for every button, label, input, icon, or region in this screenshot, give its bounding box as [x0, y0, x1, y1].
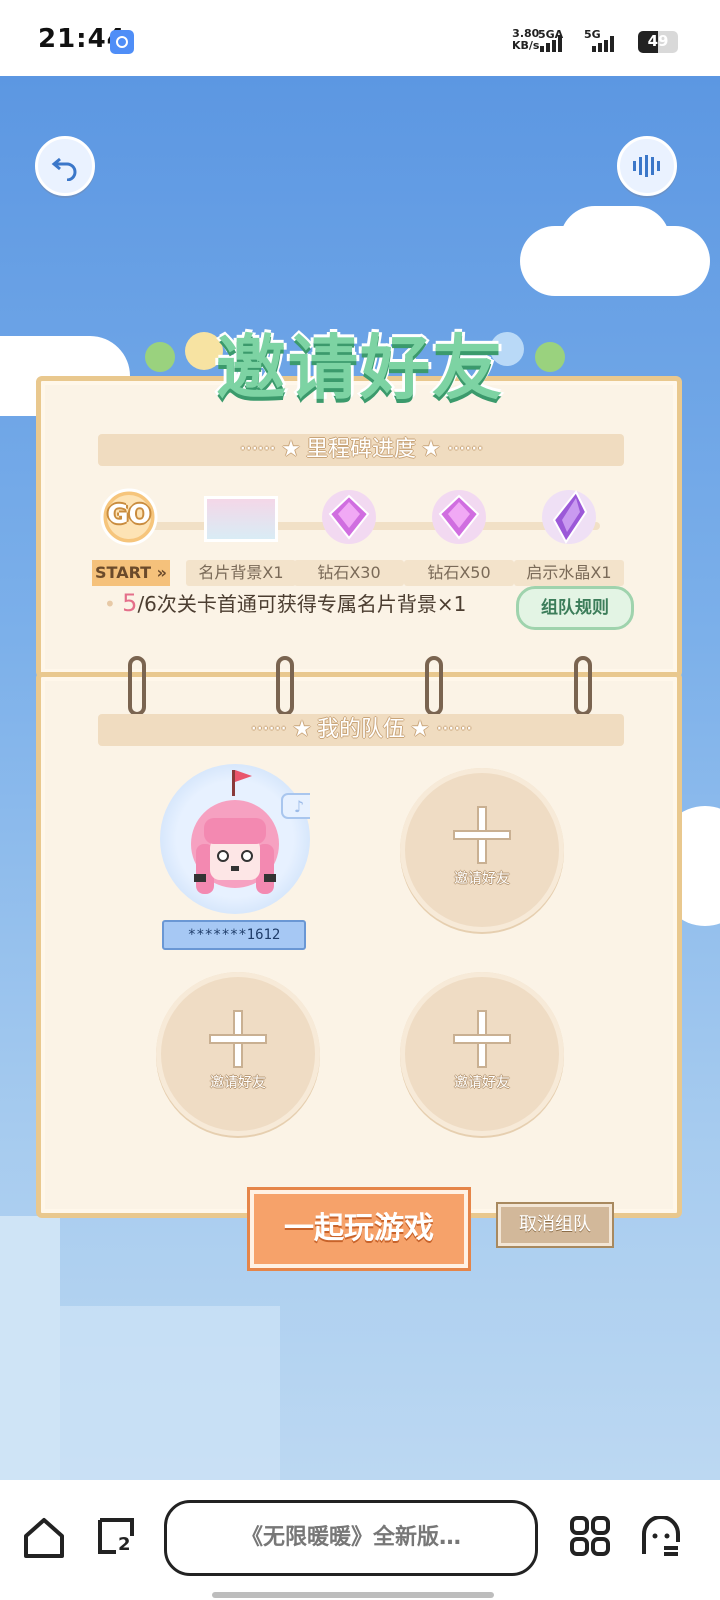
team-header-text: 我的队伍 — [316, 717, 405, 742]
progress-count: 5 — [122, 589, 138, 617]
invite-slot-label: 邀请好友 — [454, 1075, 510, 1091]
invite-friend-slot[interactable]: 邀请好友 — [156, 972, 320, 1136]
crystal-reward-icon[interactable] — [540, 488, 598, 546]
network-speed: 3.80 KB/s — [512, 28, 539, 52]
home-indicator[interactable] — [212, 1592, 494, 1598]
apps-grid-icon[interactable] — [570, 1516, 610, 1556]
binder-ring — [574, 656, 592, 716]
tabs-button[interactable]: 2 — [96, 1516, 136, 1556]
leaf-decoration — [145, 342, 175, 372]
star-icon: ★ — [281, 437, 301, 462]
member-name: *******1612 — [162, 920, 306, 950]
diamond-reward-icon[interactable] — [430, 488, 488, 546]
svg-text:♪: ♪ — [294, 797, 304, 816]
game-screen: 邀请好友 ······ ★ 里程碑进度 ★ ······ GO START » … — [0, 76, 720, 1480]
binder-ring — [425, 656, 443, 716]
battery-level: 49 — [647, 32, 669, 50]
star-icon: ★ — [292, 717, 312, 742]
go-icon: GO — [100, 488, 158, 546]
profile-icon[interactable] — [640, 1516, 682, 1558]
card-background-reward-icon[interactable] — [204, 496, 278, 542]
member-avatar[interactable]: ♪ — [160, 764, 317, 914]
tabs-count: 2 — [118, 1534, 131, 1555]
pixel-cloud-decoration — [0, 1216, 60, 1480]
milestone-header: ······ ★ 里程碑进度 ★ ······ — [98, 434, 624, 466]
sound-button[interactable] — [617, 136, 677, 196]
page-title: 邀请好友 — [216, 327, 504, 409]
home-icon[interactable] — [22, 1516, 66, 1560]
milestone-header-text: 里程碑进度 — [305, 437, 416, 462]
network-speed-unit: KB/s — [512, 39, 540, 52]
milestone-label-2: 钻石X30 — [294, 560, 404, 586]
diamond-reward-icon[interactable] — [320, 488, 378, 546]
start-label: START » — [92, 560, 170, 586]
signal-icon-2 — [592, 36, 614, 52]
back-button[interactable] — [35, 136, 95, 196]
bottom-navigation-bar: 2 《无限暖暖》全新版… — [0, 1480, 720, 1600]
team-header: ······ ★ 我的队伍 ★ ······ — [98, 714, 624, 746]
binder-ring — [276, 656, 294, 716]
invite-friend-slot[interactable]: 邀请好友 — [400, 972, 564, 1136]
back-arrow-icon — [51, 157, 77, 181]
invite-friend-slot[interactable]: 邀请好友 — [400, 768, 564, 932]
battery-icon: 49 — [638, 31, 678, 53]
progress-description: /6次关卡首通可获得专属名片背景×1 — [137, 592, 467, 616]
star-icon: ★ — [410, 717, 430, 742]
cancel-team-button[interactable]: 取消组队 — [498, 1204, 612, 1246]
milestone-progress: • 5/6次关卡首通可获得专属名片背景×1 — [104, 589, 467, 617]
app-notification-icon — [110, 30, 134, 54]
team-rules-button[interactable]: 组队规则 — [516, 586, 634, 630]
star-icon: ★ — [421, 437, 441, 462]
go-text: GO — [107, 500, 151, 530]
search-bar[interactable]: 《无限暖暖》全新版… — [164, 1500, 538, 1576]
binder-ring — [128, 656, 146, 716]
milestone-label-4: 启示水晶X1 — [514, 560, 624, 586]
cloud-decoration — [560, 206, 670, 276]
status-bar: 21:44 3.80 KB/s 5GA 5G 49 — [0, 0, 720, 76]
invite-slot-label: 邀请好友 — [210, 1075, 266, 1091]
team-panel — [36, 672, 682, 1218]
invite-slot-label: 邀请好友 — [454, 871, 510, 887]
milestone-label-3: 钻石X50 — [404, 560, 514, 586]
sound-wave-icon — [633, 155, 660, 177]
pixel-cloud-decoration — [60, 1306, 280, 1480]
avatar-character-icon: ♪ — [191, 770, 317, 894]
leaf-decoration — [535, 342, 565, 372]
milestone-label-1: 名片背景X1 — [186, 560, 296, 586]
signal-icon — [540, 36, 562, 52]
play-together-button[interactable]: 一起玩游戏 — [250, 1190, 468, 1268]
